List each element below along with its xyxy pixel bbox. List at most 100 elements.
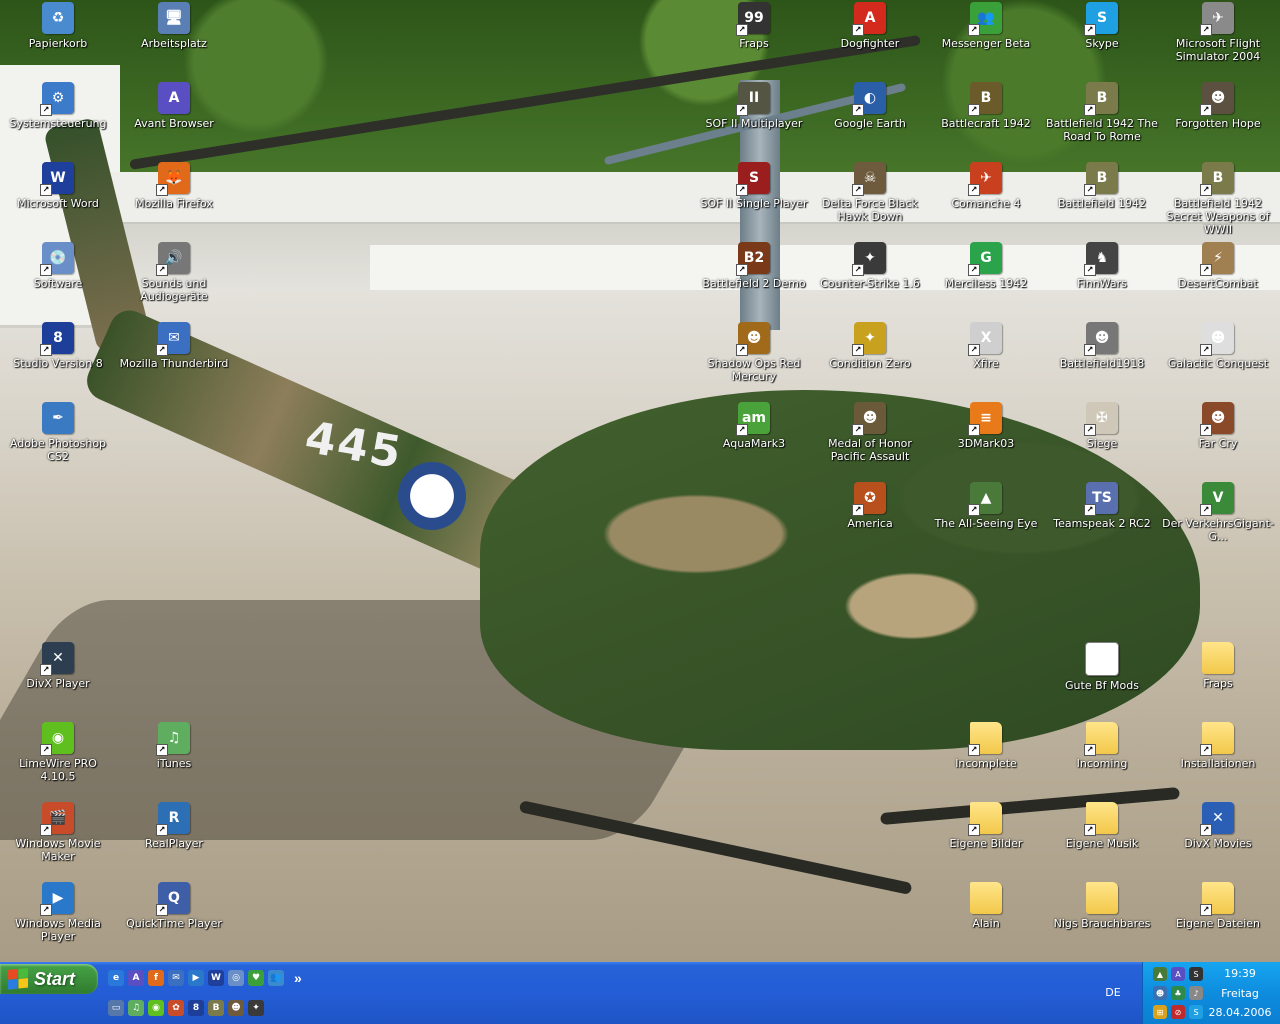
tray-volume-icon[interactable]: ♪ — [1189, 986, 1203, 1000]
ql-software-icon[interactable]: ◎ — [228, 970, 244, 986]
desktop-icon-fraps-folder[interactable]: Fraps — [1160, 640, 1276, 720]
ql-delta-icon[interactable]: ☻ — [228, 1000, 244, 1016]
desktop-icon-mozilla-thunderbird[interactable]: ✉ ↗ Mozilla Thunderbird — [116, 320, 232, 400]
desktop-icon-merciless[interactable]: G ↗ Merciless 1942 — [928, 240, 1044, 320]
desktop-icon-far-cry[interactable]: ☻ ↗ Far Cry — [1160, 400, 1276, 480]
ql-studio-icon[interactable]: 8 — [188, 1000, 204, 1016]
desktop-icon-sof2-single[interactable]: S ↗ SOF II Single Player — [696, 160, 812, 240]
desktop-icon-arbeitsplatz[interactable]: 🖥 Arbeitsplatz — [116, 0, 232, 80]
desktop-icon-divx-player[interactable]: ✕ ↗ DivX Player — [0, 640, 116, 720]
tray-skype-icon[interactable]: S — [1189, 1005, 1203, 1019]
desktop-icon-google-earth[interactable]: ◐ ↗ Google Earth — [812, 80, 928, 160]
desktop-icon-fraps-top[interactable]: 99 ↗ Fraps — [696, 0, 812, 80]
desktop-icon-condition-zero[interactable]: ✦ ↗ Condition Zero — [812, 320, 928, 400]
clock-time[interactable]: 19:39 — [1203, 967, 1277, 980]
shortcut-arrow-icon: ↗ — [968, 824, 980, 836]
ql-itunes-icon[interactable]: ♫ — [128, 1000, 144, 1016]
start-button[interactable]: Start — [0, 964, 98, 994]
desktop-icon-installationen[interactable]: ↗ Installationen — [1160, 720, 1276, 800]
desktop-icon-systemsteuerung[interactable]: ⚙ ↗ Systemsteuerung — [0, 80, 116, 160]
tray-avant-icon[interactable]: A — [1171, 967, 1185, 981]
ql-cs-icon[interactable]: ✦ — [248, 1000, 264, 1016]
desktop-icon-incoming[interactable]: ↗ Incoming — [1044, 720, 1160, 800]
helicopter-skid — [518, 800, 913, 896]
ql-ie-icon[interactable]: e — [108, 970, 124, 986]
language-indicator[interactable]: DE — [1103, 986, 1123, 1002]
desktop-icon-flight-sim[interactable]: ✈ ↗ Microsoft Flight Simulator 2004 — [1160, 0, 1276, 80]
desktop-icon-realplayer[interactable]: R ↗ RealPlayer — [116, 800, 232, 880]
desktop-icon-movie-maker[interactable]: 🎬 ↗ Windows Movie Maker — [0, 800, 116, 880]
desktop-icon-xfire[interactable]: X ↗ Xfire — [928, 320, 1044, 400]
desktop-icon-battlecraft[interactable]: B ↗ Battlecraft 1942 — [928, 80, 1044, 160]
ql-moviemaker-icon[interactable]: ✿ — [168, 1000, 184, 1016]
desktop-icon-desertcombat[interactable]: ⚡ ↗ DesertCombat — [1160, 240, 1276, 320]
desktop-icon-siege[interactable]: ✠ ↗ Siege — [1044, 400, 1160, 480]
desktop-icon-bf2-demo[interactable]: B2 ↗ Battlefield 2 Demo — [696, 240, 812, 320]
tray-eye-icon[interactable]: ▲ — [1153, 967, 1167, 981]
desktop-icon-messenger[interactable]: 👥 ↗ Messenger Beta — [928, 0, 1044, 80]
desktop-icon-software[interactable]: 💿 ↗ Software — [0, 240, 116, 320]
desktop-icon-studio-version[interactable]: 8 ↗ Studio Version 8 — [0, 320, 116, 400]
desktop-icon-photoshop[interactable]: ✒ Adobe Photoshop CS2 — [0, 400, 116, 480]
desktop-icon-forgotten-hope[interactable]: ☻ ↗ Forgotten Hope — [1160, 80, 1276, 160]
desktop-icon-limewire[interactable]: ◉ ↗ LimeWire PRO 4.10.5 — [0, 720, 116, 800]
clock-day[interactable]: Freitag — [1203, 987, 1277, 1000]
desktop-icon-bf-rome[interactable]: B ↗ Battlefield 1942 The Road To Rome — [1044, 80, 1160, 160]
desktop-icon-bf1918[interactable]: ☻ ↗ Battlefield1918 — [1044, 320, 1160, 400]
desktop-icon-gute-bf-mods[interactable]: Gute Bf Mods — [1044, 640, 1160, 720]
clock-date[interactable]: 28.04.2006 — [1203, 1006, 1277, 1019]
desktop-icon-dogfighter[interactable]: A ↗ Dogfighter — [812, 0, 928, 80]
desktop-icon-itunes[interactable]: ♫ ↗ iTunes — [116, 720, 232, 800]
desktop-icon-galactic[interactable]: ☻ ↗ Galactic Conquest — [1160, 320, 1276, 400]
desktop-icon-sounds[interactable]: 🔊 ↗ Sounds und Audiogeräte — [116, 240, 232, 320]
tray-users-icon[interactable]: ♣ — [1171, 986, 1185, 1000]
ql-bf-icon[interactable]: B — [208, 1000, 224, 1016]
desktop-icon-microsoft-word[interactable]: W ↗ Microsoft Word — [0, 160, 116, 240]
desktop-icon-eigene-dateien[interactable]: ↗ Eigene Dateien — [1160, 880, 1276, 960]
desktop-icon-skype[interactable]: S ↗ Skype — [1044, 0, 1160, 80]
tray-steam-icon[interactable]: S — [1189, 967, 1203, 981]
desktop-icon-nigs[interactable]: Nigs Brauchbares — [1044, 880, 1160, 960]
ql-desktop-icon[interactable]: ▭ — [108, 1000, 124, 1016]
desktop-icon-divx-movies[interactable]: ✕ ↗ DivX Movies — [1160, 800, 1276, 880]
ql-firefox-icon[interactable]: f — [148, 970, 164, 986]
tray-network-icon[interactable]: ☻ — [1153, 986, 1167, 1000]
desktop-icon-bf1942[interactable]: B ↗ Battlefield 1942 — [1044, 160, 1160, 240]
tray-win-icon[interactable]: ⊞ — [1153, 1005, 1167, 1019]
desktop-icon-eigene-musik[interactable]: ↗ Eigene Musik — [1044, 800, 1160, 880]
desktop-icon-america[interactable]: ✪ ↗ America — [812, 480, 928, 560]
desktop-icon-avant-browser[interactable]: A Avant Browser — [116, 80, 232, 160]
desktop-icon-eigene-bilder[interactable]: ↗ Eigene Bilder — [928, 800, 1044, 880]
ql-users-icon[interactable]: 👥 — [268, 970, 284, 986]
desktop-icon-verkehrsgigant[interactable]: V ↗ Der VerkehrsGigant-G... — [1160, 480, 1276, 560]
desktop-icon-delta-force[interactable]: ☠ ↗ Delta Force Black Hawk Down — [812, 160, 928, 240]
ql-mediaplayer-icon[interactable]: ▶ — [188, 970, 204, 986]
desktop-icon-3dmark[interactable]: ≡ ↗ 3DMark03 — [928, 400, 1044, 480]
desktop-icon-finnwars[interactable]: ♞ ↗ FinnWars — [1044, 240, 1160, 320]
desktop-icon-teamspeak[interactable]: TS ↗ Teamspeak 2 RC2 — [1044, 480, 1160, 560]
desktop-icon-shadow-ops[interactable]: ☻ ↗ Shadow Ops Red Mercury — [696, 320, 812, 400]
desktop-icon-media-player[interactable]: ▶ ↗ Windows Media Player — [0, 880, 116, 960]
desktop-icon-quicktime[interactable]: Q ↗ QuickTime Player — [116, 880, 232, 960]
desktop-icon-alain[interactable]: Alain — [928, 880, 1044, 960]
desktop-icon-sof2-multi[interactable]: II ↗ SOF II Multiplayer — [696, 80, 812, 160]
desktop[interactable]: 445 ♻ Papierkorb 🖥 Arbeitsplatz ⚙ ↗ Systemsteu… — [0, 0, 1280, 962]
desktop-icon-counter-strike[interactable]: ✦ ↗ Counter-Strike 1.6 — [812, 240, 928, 320]
desktop-icon-aquamark[interactable]: am ↗ AquaMark3 — [696, 400, 812, 480]
ql-messenger-icon[interactable]: ♥ — [248, 970, 264, 986]
desktop-icon-bf-secret[interactable]: B ↗ Battlefield 1942 Secret Weapons of WWI… — [1160, 160, 1276, 240]
ql-thunderbird-icon[interactable]: ✉ — [168, 970, 184, 986]
desktop-icon-incomplete[interactable]: ↗ Incomplete — [928, 720, 1044, 800]
ql-word-icon[interactable]: W — [208, 970, 224, 986]
desktop-icon-all-seeing[interactable]: ▲ ↗ The All-Seeing Eye — [928, 480, 1044, 560]
tray-safety-icon[interactable]: ⊘ — [1171, 1005, 1185, 1019]
desktop-icon-label: Teamspeak 2 RC2 — [1053, 517, 1151, 530]
desktop-icon-moh-pacific[interactable]: ☻ ↗ Medal of Honor Pacific Assault — [812, 400, 928, 480]
ql-limewire-icon[interactable]: ◉ — [148, 1000, 164, 1016]
desktop-icon-papierkorb[interactable]: ♻ Papierkorb — [0, 0, 116, 80]
bf-secret-glyph: B — [1212, 170, 1224, 186]
desktop-icon-mozilla-firefox[interactable]: 🦊 ↗ Mozilla Firefox — [116, 160, 232, 240]
desktop-icon-comanche[interactable]: ✈ ↗ Comanche 4 — [928, 160, 1044, 240]
ql-avant-icon[interactable]: A — [128, 970, 144, 986]
quick-launch-more-button[interactable]: » — [294, 970, 302, 986]
